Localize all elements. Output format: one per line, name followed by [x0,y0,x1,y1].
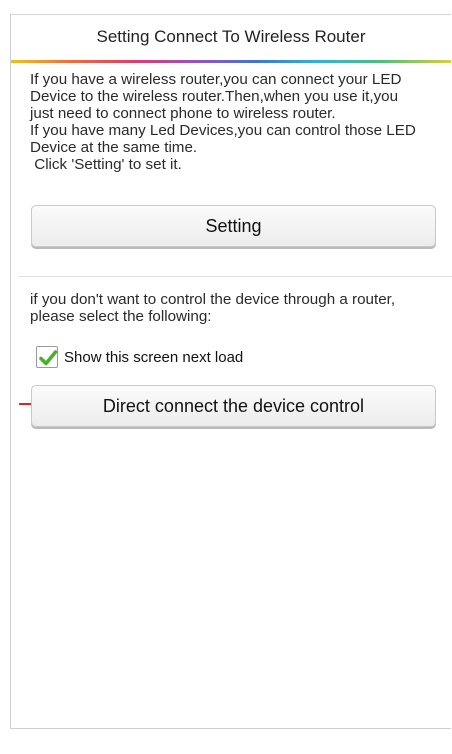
rainbow-divider [11,60,451,63]
description-line: just need to connect phone to wireless r… [30,105,336,122]
note-line: please select the following: [30,308,212,325]
screen-title: Setting Connect To Wireless Router [96,27,366,46]
show-screen-checkbox[interactable] [36,346,58,368]
description-line: Device at the same time. [30,139,198,156]
direct-note-text: if you don't want to control the device … [30,291,440,325]
note-line: if you don't want to control the device … [30,291,396,308]
show-screen-checkbox-label: Show this screen next load [64,348,244,366]
description-line: If you have many Led Devices,you can con… [30,122,416,139]
checkmark-icon [39,350,58,366]
direct-connect-button[interactable]: Direct connect the device control [31,385,436,427]
dialog-screen: Setting Connect To Wireless Router If yo… [10,14,452,729]
description-line: Click 'Setting' to set it. [30,156,182,173]
setting-button[interactable]: Setting [31,205,436,247]
section-divider [19,276,452,277]
description-line: If you have a wireless router,you can co… [30,71,402,88]
description-line: Device to the wireless router.Then,when … [30,88,399,105]
show-screen-checkbox-row[interactable]: Show this screen next load [36,345,243,369]
description-text: If you have a wireless router,you can co… [30,71,440,173]
